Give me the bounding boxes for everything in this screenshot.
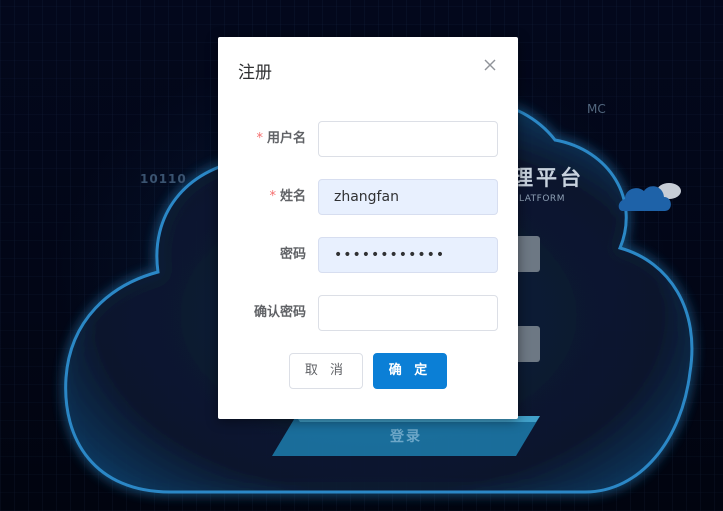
background-password-field bbox=[517, 326, 540, 362]
form-row-username: * 用户名 bbox=[218, 121, 518, 157]
cancel-button[interactable]: 取 消 bbox=[289, 353, 363, 389]
background-login-label: 登录 bbox=[390, 429, 422, 445]
register-dialog: 注册 *用户名 *姓名 密码 确认密码 取 消 确 定 bbox=[218, 37, 518, 419]
confirm-password-input[interactable] bbox=[318, 295, 498, 331]
confirm-password-label: 确认密码 bbox=[253, 305, 306, 320]
form-row-confirm-password: 确认密码 bbox=[218, 295, 518, 331]
password-label: 密码 bbox=[279, 247, 306, 262]
dialog-title: 注册 bbox=[238, 63, 272, 83]
close-icon[interactable] bbox=[482, 57, 498, 73]
background-digits: 10110 bbox=[140, 172, 187, 186]
name-input[interactable] bbox=[318, 179, 498, 215]
platform-subtitle: LATFORM bbox=[519, 194, 565, 204]
confirm-button[interactable]: 确 定 bbox=[373, 353, 447, 389]
name-label: * 姓名 bbox=[269, 189, 306, 204]
platform-title: 理平台 bbox=[512, 166, 584, 190]
required-mark: * bbox=[269, 189, 276, 204]
username-label: * 用户名 bbox=[256, 131, 306, 146]
cloud-logo-icon bbox=[618, 183, 681, 211]
background-username-field bbox=[517, 236, 540, 272]
username-input[interactable] bbox=[318, 121, 498, 157]
form-row-name: * 姓名 bbox=[218, 179, 518, 215]
required-mark: * bbox=[256, 131, 263, 146]
background-corner-text: MC bbox=[587, 102, 606, 116]
password-input[interactable] bbox=[318, 237, 498, 273]
form-row-password: 密码 bbox=[218, 237, 518, 273]
